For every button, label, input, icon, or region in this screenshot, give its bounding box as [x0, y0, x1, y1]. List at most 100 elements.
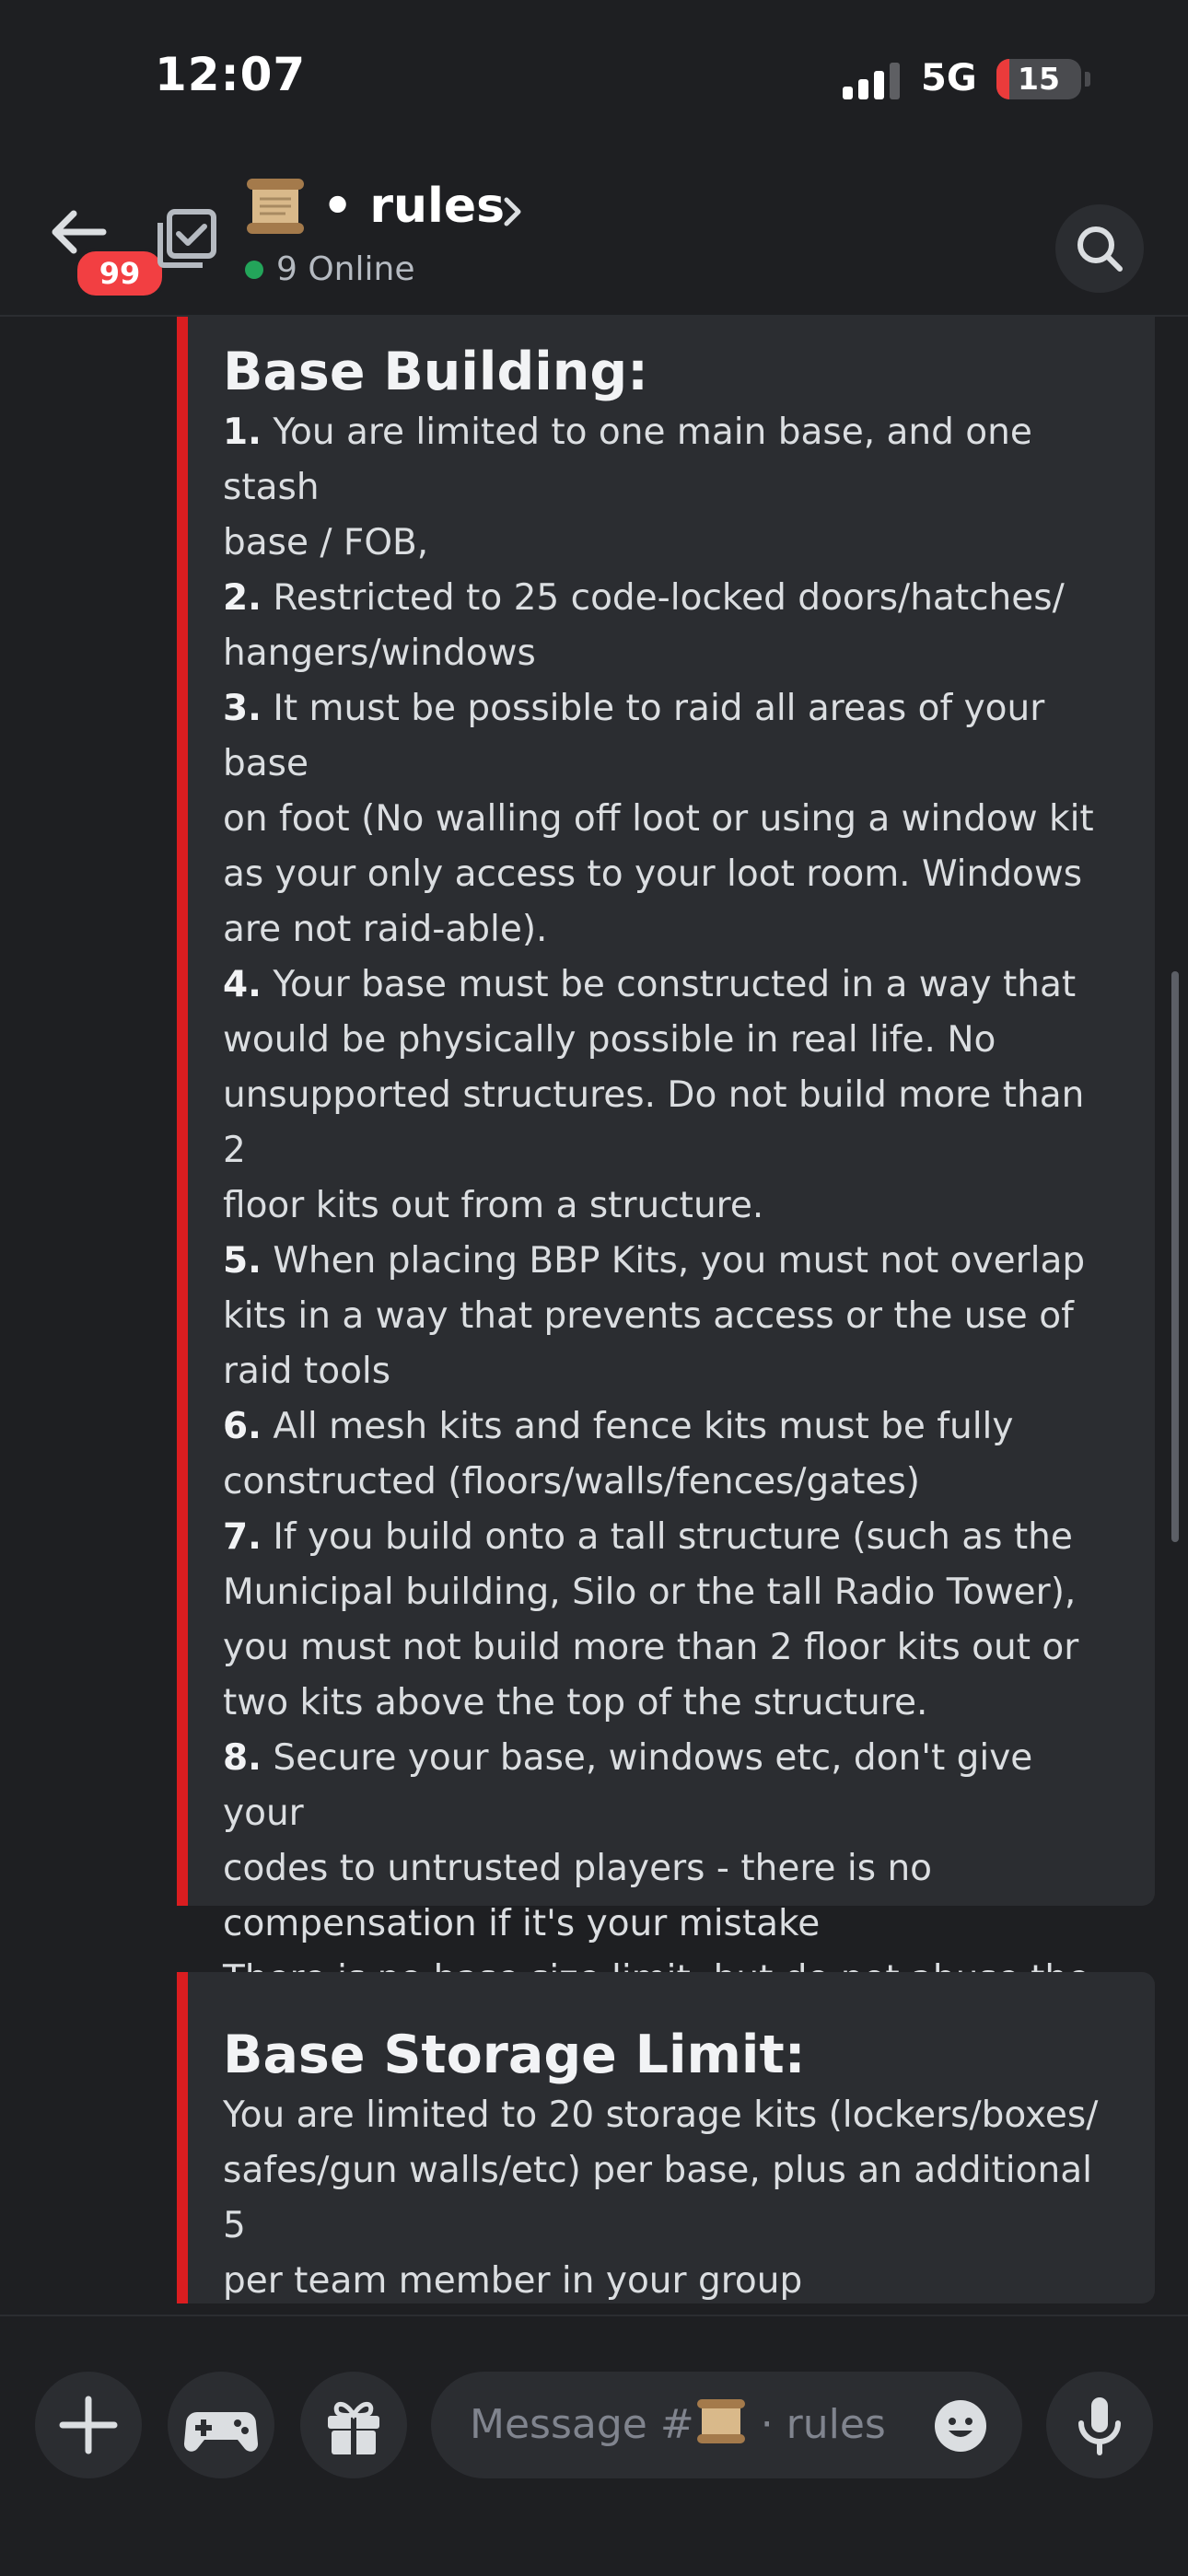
- battery-nub: [1085, 72, 1090, 87]
- rule-text: you must not build more than 2 floor kit…: [223, 1627, 1079, 1668]
- embed-line: 7. If you build onto a tall structure (s…: [223, 1510, 1118, 1565]
- embed-line: compensation if it's your mistake: [223, 1897, 1118, 1952]
- chevron-right-icon[interactable]: [502, 195, 524, 228]
- gift-button[interactable]: [300, 2372, 407, 2478]
- activities-button[interactable]: [168, 2372, 274, 2478]
- rule-text: codes to untrusted players - there is no: [223, 1848, 933, 1889]
- rule-number: 3.: [223, 688, 262, 729]
- embed-title: Base Building:: [223, 342, 648, 402]
- embed-line: would be physically possible in real lif…: [223, 1013, 1118, 1068]
- rule-text: If you build onto a tall structure (such…: [261, 1516, 1073, 1558]
- embed-line: Municipal building, Silo or the tall Rad…: [223, 1565, 1118, 1620]
- embed-line: floor kits out from a structure.: [223, 1178, 1118, 1234]
- embed-line: safes/gun walls/etc) per base, plus an a…: [223, 2143, 1118, 2254]
- embed-line: per team member in your group: [223, 2254, 1118, 2309]
- embed-line: You are limited to 20 storage kits (lock…: [223, 2088, 1118, 2143]
- microphone-icon: [1078, 2397, 1121, 2455]
- channel-header: 99 • rules 9 Online: [0, 157, 1188, 317]
- online-status-dot: [245, 261, 263, 279]
- rule-number: 4.: [223, 964, 262, 1005]
- rule-text: as your only access to your loot room. W…: [223, 853, 1083, 895]
- battery-icon: 15: [996, 59, 1081, 99]
- rule-text: safes/gun walls/etc) per base, plus an a…: [223, 2150, 1092, 2246]
- add-attachment-button[interactable]: [35, 2372, 142, 2478]
- embed-body: You are limited to 20 storage kits (lock…: [223, 2088, 1118, 2309]
- embed-line: two kits above the top of the structure.: [223, 1676, 1118, 1731]
- rules-embed-base-storage: Base Storage Limit: You are limited to 2…: [177, 1972, 1155, 2303]
- rule-text: two kits above the top of the structure.: [223, 1682, 928, 1723]
- rule-text: Secure your base, windows etc, don't giv…: [223, 1737, 1033, 1834]
- embed-line: base / FOB,: [223, 516, 1118, 571]
- embed-line: 3. It must be possible to raid all areas…: [223, 681, 1118, 792]
- embed-line: 1. You are limited to one main base, and…: [223, 405, 1118, 516]
- embed-line: 8. Secure your base, windows etc, don't …: [223, 1731, 1118, 1841]
- embed-body: 1. You are limited to one main base, and…: [223, 405, 1118, 2118]
- placeholder-prefix: Message #: [470, 2401, 694, 2448]
- message-list[interactable]: Base Building: 1. You are limited to one…: [0, 317, 1188, 2315]
- online-count: 9 Online: [276, 250, 415, 288]
- rule-text: would be physically possible in real lif…: [223, 1019, 996, 1061]
- unread-badge: 99: [74, 248, 166, 299]
- scroll-emoji-icon: [696, 2399, 745, 2443]
- rule-text: It must be possible to raid all areas of…: [223, 688, 1045, 784]
- gift-icon: [328, 2401, 379, 2456]
- rule-text: kits in a way that prevents access or th…: [223, 1295, 1074, 1337]
- embed-line: 6. All mesh kits and fence kits must be …: [223, 1399, 1118, 1455]
- embed-line: unsupported structures. Do not build mor…: [223, 1068, 1118, 1178]
- rule-number: 2.: [223, 577, 262, 619]
- channel-title[interactable]: • rules: [322, 179, 505, 234]
- gamepad-icon: [183, 2412, 259, 2452]
- plus-icon: [59, 2396, 118, 2454]
- rule-text: base / FOB,: [223, 522, 429, 563]
- embed-line: codes to untrusted players - there is no: [223, 1841, 1118, 1897]
- status-time: 12:07: [155, 48, 307, 101]
- rule-text: You are limited to 20 storage kits (lock…: [223, 2094, 1099, 2136]
- message-input[interactable]: Message # · rules: [431, 2372, 1022, 2478]
- rules-embed-base-building: Base Building: 1. You are limited to one…: [177, 317, 1155, 2110]
- embed-line: you must not build more than 2 floor kit…: [223, 1620, 1118, 1676]
- embed-line: 4. Your base must be constructed in a wa…: [223, 957, 1118, 1013]
- rule-text: floor kits out from a structure.: [223, 1185, 764, 1226]
- scroll-emoji-icon: [247, 179, 304, 234]
- rule-text: Your base must be constructed in a way t…: [261, 964, 1077, 1005]
- rule-text: are not raid-able).: [223, 909, 548, 950]
- placeholder-suffix: · rules: [747, 2401, 886, 2448]
- rule-number: 7.: [223, 1516, 262, 1558]
- emoji-icon[interactable]: [934, 2399, 987, 2453]
- embed-line: as your only access to your loot room. W…: [223, 847, 1118, 902]
- message-composer: Message # · rules: [0, 2315, 1188, 2576]
- battery-percent: 15: [1018, 61, 1060, 97]
- network-label: 5G: [921, 57, 977, 99]
- rule-text: per team member in your group: [223, 2260, 803, 2302]
- embed-line: 5. When placing BBP Kits, you must not o…: [223, 1234, 1118, 1289]
- rule-text: unsupported structures. Do not build mor…: [223, 1074, 1085, 1171]
- inbox-icon[interactable]: [157, 208, 217, 269]
- signal-icon: [843, 63, 900, 99]
- search-button[interactable]: [1055, 204, 1144, 293]
- embed-line: are not raid-able).: [223, 902, 1118, 957]
- embed-line: constructed (floors/walls/fences/gates): [223, 1455, 1118, 1510]
- voice-message-button[interactable]: [1046, 2372, 1153, 2478]
- message-placeholder: Message # · rules: [470, 2372, 886, 2478]
- rule-number: 5.: [223, 1240, 262, 1282]
- embed-line: hangers/windows: [223, 626, 1118, 681]
- rule-number: 1.: [223, 412, 262, 453]
- embed-line: raid tools: [223, 1344, 1118, 1399]
- status-bar: 12:07 5G 15: [0, 0, 1188, 157]
- scrollbar[interactable]: [1171, 971, 1179, 1542]
- rule-text: constructed (floors/walls/fences/gates): [223, 1461, 920, 1503]
- rule-text: All mesh kits and fence kits must be ful…: [261, 1406, 1014, 1447]
- rule-text: Municipal building, Silo or the tall Rad…: [223, 1572, 1077, 1613]
- rule-text: You are limited to one main base, and on…: [223, 412, 1032, 508]
- embed-line: on foot (No walling off loot or using a …: [223, 792, 1118, 847]
- rule-number: 8.: [223, 1737, 262, 1779]
- embed-title: Base Storage Limit:: [223, 2025, 806, 2085]
- rule-number: 6.: [223, 1406, 262, 1447]
- rule-text: compensation if it's your mistake: [223, 1903, 821, 1944]
- embed-line: kits in a way that prevents access or th…: [223, 1289, 1118, 1344]
- rule-text: hangers/windows: [223, 632, 536, 674]
- rule-text: raid tools: [223, 1351, 391, 1392]
- rule-text: on foot (No walling off loot or using a …: [223, 798, 1094, 840]
- rule-text: Restricted to 25 code-locked doors/hatch…: [261, 577, 1065, 619]
- rule-text: When placing BBP Kits, you must not over…: [261, 1240, 1086, 1282]
